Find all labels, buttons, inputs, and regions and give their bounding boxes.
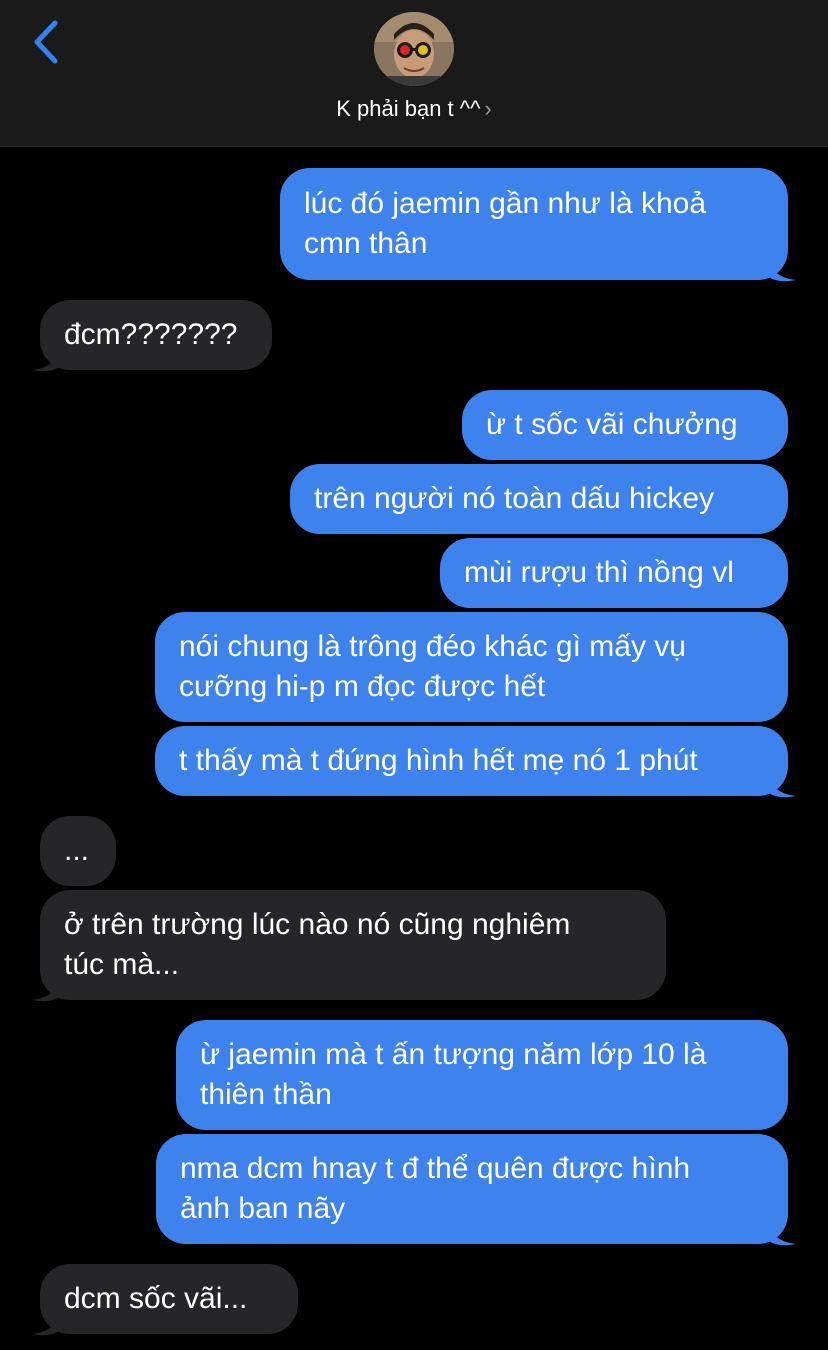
message-text-line: nói chung là trông đéo khác gì mấy vụ <box>179 630 686 663</box>
message-text-line: ... <box>64 834 90 867</box>
sent-bubble-tail <box>768 1218 796 1246</box>
message-text-line: ừ jaemin mà t ấn tượng năm lớp 10 là <box>200 1038 707 1071</box>
contact-avatar[interactable] <box>374 12 454 86</box>
back-button[interactable] <box>26 14 66 70</box>
received-bubble-tail <box>32 1308 60 1336</box>
conversation-header: K phải bạn t ^^ › <box>0 0 828 147</box>
sent-bubble-tail <box>768 770 796 798</box>
received-message-bubble[interactable]: ở trên trường lúc nào nó cũng nghiêm túc … <box>40 890 666 1000</box>
message-text-line: đcm??????? <box>64 318 238 351</box>
message-text-line: lúc đó jaemin gần như là khoả <box>304 187 707 220</box>
message-text-line: mùi rượu thì nồng vl <box>464 556 734 589</box>
received-bubble-tail <box>32 974 60 1002</box>
message-text-line: t thấy mà t đứng hình hết mẹ nó 1 phút <box>179 744 698 777</box>
sent-message-bubble[interactable]: mùi rượu thì nồng vl <box>440 538 788 608</box>
message-text-line: ảnh ban nãy <box>180 1192 346 1225</box>
message-text-line: dcm sốc vãi... <box>64 1282 248 1315</box>
sent-message-bubble[interactable]: ừ t sốc vãi chưởng <box>462 390 788 460</box>
contact-name: K phải bạn t ^^ <box>336 96 481 121</box>
received-message-bubble[interactable]: dcm sốc vãi... <box>40 1264 298 1334</box>
chevron-right-icon: › <box>484 96 492 121</box>
message-text-line: cưỡng hi-p m đọc được hết <box>179 670 546 703</box>
received-message-bubble[interactable]: ... <box>40 816 116 886</box>
sent-bubble-tail <box>768 254 796 282</box>
avatar-image <box>374 12 454 86</box>
sent-message-bubble[interactable]: t thấy mà t đứng hình hết mẹ nó 1 phút <box>155 726 788 796</box>
received-message-bubble[interactable]: đcm??????? <box>40 300 272 370</box>
back-chevron-icon <box>34 20 58 64</box>
message-text-line: ừ t sốc vãi chưởng <box>486 408 738 441</box>
contact-name-button[interactable]: K phải bạn t ^^ › <box>0 96 828 122</box>
sent-message-bubble[interactable]: nói chung là trông đéo khác gì mấy vụ cưỡ… <box>155 612 788 722</box>
sent-message-bubble[interactable]: ừ jaemin mà t ấn tượng năm lớp 10 là thiê… <box>176 1020 788 1130</box>
message-text-line: nma dcm hnay t đ thể quên được hình <box>180 1152 691 1185</box>
received-bubble-tail <box>32 344 60 372</box>
message-text-line: túc mà... <box>64 948 180 981</box>
message-text-line: thiên thần <box>200 1078 332 1111</box>
message-text-line: trên người nó toàn dấu hickey <box>314 482 715 515</box>
sent-message-bubble[interactable]: lúc đó jaemin gần như là khoả cmn thân <box>280 168 788 280</box>
sent-message-bubble[interactable]: nma dcm hnay t đ thể quên được hình ảnh b… <box>156 1134 788 1244</box>
message-text-line: cmn thân <box>304 227 428 260</box>
sent-message-bubble[interactable]: trên người nó toàn dấu hickey <box>290 464 788 534</box>
message-text-line: ở trên trường lúc nào nó cũng nghiêm <box>64 908 571 941</box>
